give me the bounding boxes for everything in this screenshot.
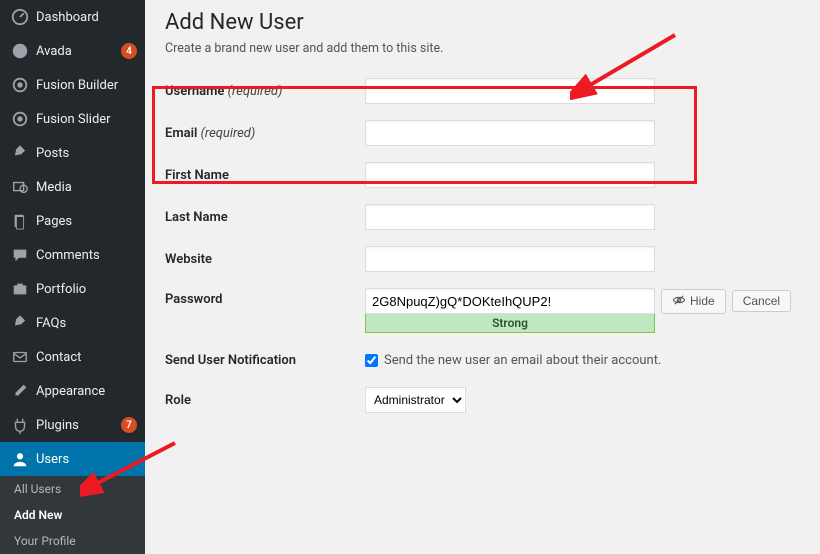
firstname-input[interactable] [365,162,655,188]
row-role: Role Administrator [165,379,800,421]
submenu-your-profile[interactable]: Your Profile [0,528,145,554]
sidebar-item-dashboard[interactable]: Dashboard [0,0,145,34]
pin-icon [10,143,30,163]
contact-icon [10,347,30,367]
sidebar-item-fusion-builder[interactable]: Fusion Builder [0,68,145,102]
password-strength-meter: Strong [365,314,655,333]
users-icon [10,449,30,469]
sidebar-item-avada[interactable]: Avada 4 [0,34,145,68]
sidebar-item-label: Avada [36,44,117,59]
sidebar-item-label: Appearance [36,384,137,399]
role-label: Role [165,393,191,408]
notify-label: Send User Notification [165,353,296,368]
pin-icon [10,313,30,333]
update-badge: 7 [121,417,137,433]
brush-icon [10,381,30,401]
row-username: Username (required) [165,70,800,112]
avada-icon [10,41,30,61]
sidebar-item-label: Posts [36,146,137,161]
lastname-input[interactable] [365,204,655,230]
fusion-icon [10,75,30,95]
sidebar-item-label: Fusion Slider [36,112,137,127]
sidebar-item-label: Pages [36,214,137,229]
users-submenu: All Users Add New Your Profile [0,476,145,554]
portfolio-icon [10,279,30,299]
required-text: (required) [201,126,256,141]
sidebar-item-contact[interactable]: Contact [0,340,145,374]
row-notification: Send User Notification Send the new user… [165,341,800,379]
sidebar-item-label: FAQs [36,316,137,331]
fusion-icon [10,109,30,129]
admin-sidebar: Dashboard Avada 4 Fusion Builder Fusion … [0,0,145,535]
lastname-label: Last Name [165,210,228,225]
main-content: Add New User Create a brand new user and… [145,0,820,535]
row-password: Password Hide Cancel Strong [165,280,800,341]
sidebar-item-label: Plugins [36,418,117,433]
hide-password-button[interactable]: Hide [661,289,726,314]
row-lastname: Last Name [165,196,800,238]
website-input[interactable] [365,246,655,272]
dashboard-icon [10,7,30,27]
comment-icon [10,245,30,265]
submenu-all-users[interactable]: All Users [0,476,145,502]
sidebar-item-label: Users [36,452,137,467]
media-icon [10,177,30,197]
page-desc: Create a brand new user and add them to … [165,41,800,56]
email-label: Email [165,126,197,141]
sidebar-item-fusion-slider[interactable]: Fusion Slider [0,102,145,136]
eye-off-icon [672,293,686,310]
cancel-password-button[interactable]: Cancel [732,290,791,312]
required-text: (required) [228,84,283,99]
notify-text: Send the new user an email about their a… [384,353,661,368]
sidebar-item-posts[interactable]: Posts [0,136,145,170]
website-label: Website [165,252,212,267]
sidebar-item-label: Dashboard [36,10,137,25]
update-badge: 4 [121,43,137,59]
sidebar-item-users[interactable]: Users [0,442,145,476]
submenu-add-new[interactable]: Add New [0,502,145,528]
sidebar-item-label: Fusion Builder [36,78,137,93]
firstname-label: First Name [165,168,229,183]
sidebar-item-label: Contact [36,350,137,365]
page-title: Add New User [165,10,800,35]
email-input[interactable] [365,120,655,146]
username-label: Username [165,84,224,99]
sidebar-item-comments[interactable]: Comments [0,238,145,272]
sidebar-item-label: Portfolio [36,282,137,297]
role-select[interactable]: Administrator [365,387,466,413]
sidebar-item-pages[interactable]: Pages [0,204,145,238]
password-input[interactable] [365,288,655,314]
sidebar-item-label: Media [36,180,137,195]
send-notification-checkbox[interactable] [365,354,378,367]
sidebar-item-portfolio[interactable]: Portfolio [0,272,145,306]
password-label: Password [165,292,222,307]
row-email: Email (required) [165,112,800,154]
username-input[interactable] [365,78,655,104]
plugin-icon [10,415,30,435]
sidebar-item-appearance[interactable]: Appearance [0,374,145,408]
sidebar-item-media[interactable]: Media [0,170,145,204]
row-website: Website [165,238,800,280]
row-firstname: First Name [165,154,800,196]
sidebar-item-label: Comments [36,248,137,263]
sidebar-item-plugins[interactable]: Plugins 7 [0,408,145,442]
sidebar-item-faqs[interactable]: FAQs [0,306,145,340]
page-icon [10,211,30,231]
